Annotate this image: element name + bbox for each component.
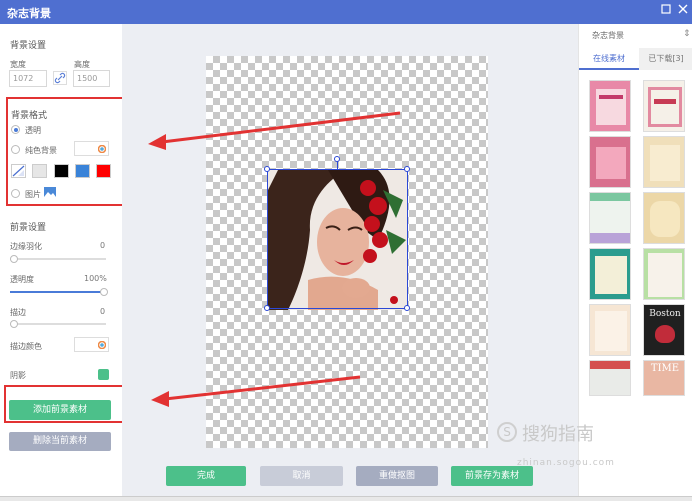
watermark-url: zhinan.sogou.com	[517, 458, 615, 468]
bottom-strip	[0, 496, 692, 501]
annotation-arrowhead-1	[148, 134, 166, 150]
watermark-brand: 搜狗指南	[522, 424, 594, 445]
annotation-arrowhead-2	[151, 391, 169, 407]
annotation-arrow-line-2	[164, 375, 361, 401]
annotation-arrow-line-1	[161, 111, 401, 144]
watermark-logo-icon: S	[497, 422, 517, 442]
